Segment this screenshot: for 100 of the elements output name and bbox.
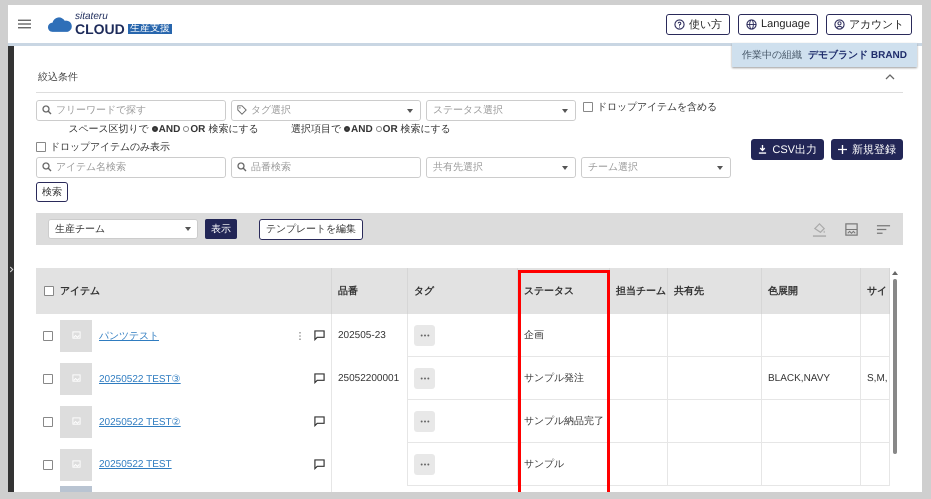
menu-icon[interactable] bbox=[18, 19, 31, 29]
image-placeholder bbox=[60, 406, 92, 438]
download-icon bbox=[758, 145, 768, 154]
hint-text: スペース区切りで bbox=[68, 122, 149, 136]
tag-more-button[interactable] bbox=[414, 324, 435, 346]
organization-label: 作業中の組織 bbox=[742, 48, 802, 62]
caret-icon bbox=[185, 227, 191, 231]
table-cell: 企画 bbox=[518, 314, 610, 357]
column-header: タグ bbox=[408, 268, 518, 314]
table-cell bbox=[610, 443, 668, 486]
show-button[interactable]: 表示 bbox=[205, 219, 237, 239]
select-all-checkbox[interactable] bbox=[44, 286, 54, 296]
account-button[interactable]: アカウント bbox=[826, 14, 912, 34]
plus-icon bbox=[838, 145, 847, 154]
csv-export-button[interactable]: CSV出力 bbox=[751, 139, 824, 160]
chevron-right-icon bbox=[8, 266, 14, 272]
image-layout-icon[interactable] bbox=[844, 222, 859, 236]
comment-icon[interactable] bbox=[314, 330, 325, 341]
chevron-up-icon[interactable] bbox=[885, 74, 895, 80]
hint-text: 検索にする bbox=[208, 122, 258, 136]
tag-more-button[interactable] bbox=[414, 410, 435, 432]
logo-wordmark: CLOUD bbox=[75, 22, 125, 36]
hint-text: 選択項目で bbox=[291, 123, 341, 136]
table-cell bbox=[861, 400, 890, 443]
include-drop-label: ドロップアイテムを含める bbox=[597, 100, 717, 114]
search-icon bbox=[237, 162, 247, 172]
radio-option[interactable]: AND bbox=[344, 124, 373, 134]
item-link[interactable]: 20250522 TEST② bbox=[99, 416, 181, 428]
search-icon bbox=[42, 162, 52, 172]
filter-title: 絞込条件 bbox=[38, 70, 78, 84]
only-drop-label: ドロップアイテムのみ表示 bbox=[50, 140, 170, 154]
code-search-field[interactable]: 品番検索 bbox=[231, 157, 421, 178]
caret-icon bbox=[562, 109, 568, 113]
help-icon bbox=[674, 18, 686, 30]
caret-icon bbox=[717, 166, 723, 170]
team-select[interactable]: チーム選択 bbox=[581, 157, 731, 178]
row-checkbox[interactable] bbox=[43, 374, 53, 384]
table-cell: サンプル発注 bbox=[518, 357, 610, 400]
table-cell: 202505‐23 bbox=[332, 314, 408, 357]
column-header: 担当チーム bbox=[610, 268, 668, 314]
only-drop-checkbox[interactable] bbox=[36, 142, 46, 152]
item-link[interactable]: 20250522 TEST bbox=[99, 459, 172, 470]
help-button[interactable]: 使い方 bbox=[666, 14, 730, 34]
tag-more-button[interactable] bbox=[414, 368, 435, 388]
more-dots-icon bbox=[420, 420, 430, 422]
organization-name: デモブランド BRAND bbox=[808, 48, 907, 62]
cloud-logo-icon bbox=[47, 16, 73, 32]
search-button[interactable]: 検索 bbox=[36, 182, 68, 202]
table-cell bbox=[610, 400, 668, 443]
comment-icon[interactable] bbox=[314, 373, 325, 384]
image-placeholder bbox=[60, 448, 92, 480]
tag-more-button[interactable] bbox=[414, 454, 435, 474]
item-link[interactable]: 20250522 TEST③ bbox=[99, 372, 181, 384]
column-header: ステータス bbox=[518, 268, 610, 314]
more-dots-icon bbox=[420, 334, 430, 336]
image-placeholder bbox=[60, 362, 92, 394]
language-button[interactable]: Language bbox=[738, 14, 818, 34]
table-cell: サンプル納品完了 bbox=[518, 400, 610, 443]
caret-icon bbox=[562, 166, 568, 170]
template-select[interactable]: 生産チーム bbox=[48, 219, 198, 239]
radio-option[interactable]: OR bbox=[183, 124, 206, 134]
radio-option[interactable]: AND bbox=[152, 124, 180, 134]
table-cell: BLACK,NAVY bbox=[762, 357, 861, 400]
comment-icon[interactable] bbox=[314, 459, 325, 470]
scroll-up-arrow-icon[interactable] bbox=[892, 271, 898, 275]
hint-text: 検索にする bbox=[400, 122, 451, 136]
item-link[interactable]: パンツテスト bbox=[99, 328, 159, 342]
table-cell: S,M, bbox=[861, 357, 890, 400]
column-header: 共有先 bbox=[668, 268, 762, 314]
search-icon bbox=[42, 105, 52, 115]
share-select[interactable]: 共有先選択 bbox=[426, 157, 576, 178]
more-dots-icon bbox=[420, 462, 430, 466]
include-drop-checkbox[interactable] bbox=[583, 102, 593, 112]
column-header: アイテム bbox=[60, 285, 100, 298]
comment-icon[interactable] bbox=[314, 416, 325, 427]
column-header: 品番 bbox=[332, 268, 408, 314]
caret-icon bbox=[407, 109, 413, 113]
more-dots-icon bbox=[420, 376, 430, 380]
tag-icon bbox=[237, 105, 247, 115]
tag-select[interactable]: タグ選択 bbox=[231, 100, 421, 121]
logo-tagline: sitateru bbox=[75, 12, 109, 22]
globe-icon bbox=[746, 18, 758, 30]
table-cell bbox=[610, 314, 668, 357]
new-register-button[interactable]: 新規登録 bbox=[831, 139, 903, 160]
table-cell bbox=[610, 357, 668, 400]
column-header: 色展開 bbox=[762, 268, 861, 314]
status-select[interactable]: ステータス選択 bbox=[426, 100, 576, 121]
table-cell bbox=[861, 314, 890, 357]
column-header: サイ bbox=[861, 268, 890, 314]
table-cell bbox=[861, 443, 890, 486]
table-cell: サンプル bbox=[518, 443, 610, 486]
freeword-search-field[interactable]: フリーワードで探す bbox=[36, 100, 226, 121]
row-checkbox[interactable] bbox=[43, 460, 53, 470]
edit-template-button[interactable]: テンプレートを編集 bbox=[259, 218, 363, 240]
image-placeholder bbox=[60, 320, 92, 352]
row-checkbox[interactable] bbox=[43, 330, 53, 340]
row-checkbox[interactable] bbox=[43, 416, 53, 426]
radio-option[interactable]: OR bbox=[376, 124, 398, 134]
account-icon bbox=[834, 18, 845, 30]
item-name-search-field[interactable]: アイテム名検索 bbox=[36, 157, 226, 178]
